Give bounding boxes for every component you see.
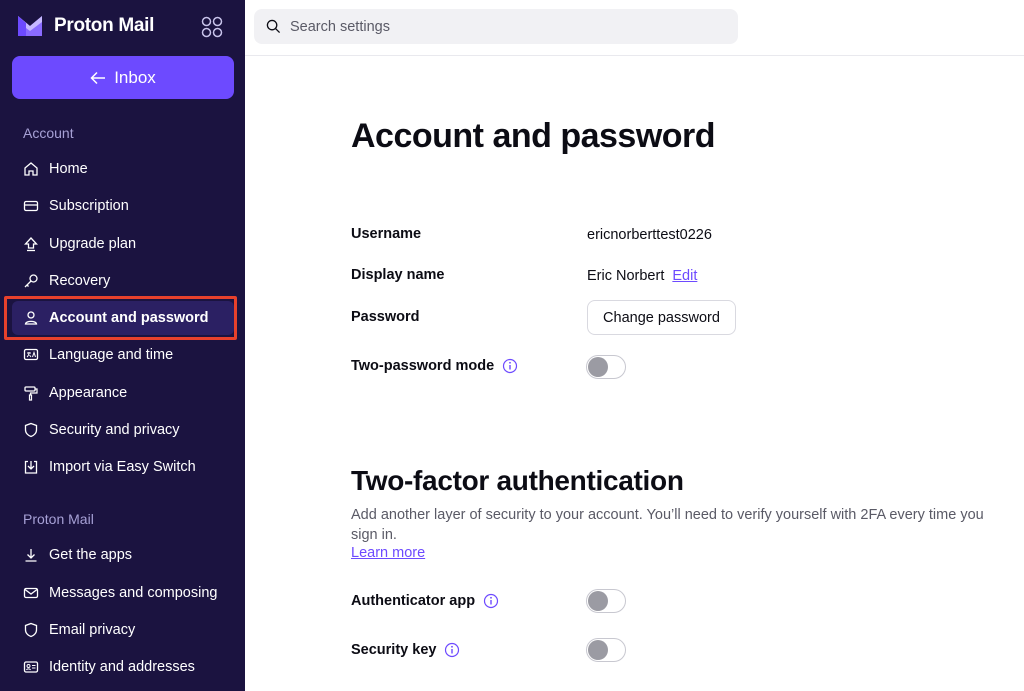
id-card-icon <box>23 661 39 673</box>
sidebar-item-account-and-password[interactable]: Account and password <box>12 301 234 335</box>
user-icon <box>24 311 38 325</box>
download-icon <box>25 549 37 562</box>
search-input[interactable] <box>290 18 710 35</box>
sidebar-item-home[interactable]: Home <box>12 152 234 186</box>
info-icon[interactable] <box>444 642 460 658</box>
two-password-mode-toggle[interactable] <box>586 355 626 379</box>
sidebar-item-messages-and-composing[interactable]: Messages and composing <box>12 576 234 610</box>
learn-more-link[interactable]: Learn more <box>351 545 425 561</box>
two-factor-title: Two-factor authentication <box>351 465 684 496</box>
sidebar: Proton Mail Inbox Account Home Subscript… <box>0 0 245 691</box>
inbox-button-label: Inbox <box>114 67 156 87</box>
back-to-inbox-button[interactable]: Inbox <box>12 56 234 99</box>
brand[interactable]: Proton Mail <box>16 14 154 38</box>
username-label: Username <box>351 226 422 242</box>
search-icon <box>266 19 281 34</box>
two-password-mode-label: Two-password mode <box>351 358 495 374</box>
sidebar-item-email-privacy[interactable]: Email privacy <box>12 613 234 647</box>
page-title: Account and password <box>351 117 716 155</box>
sidebar-item-subscription[interactable]: Subscription <box>12 189 234 223</box>
change-password-button[interactable]: Change password <box>587 300 736 335</box>
language-icon <box>23 348 39 361</box>
two-password-mode-row: Two-password mode <box>351 358 518 374</box>
shield-icon <box>24 622 38 638</box>
security-key-row: Security key <box>351 642 460 658</box>
authenticator-app-row: Authenticator app <box>351 593 499 609</box>
apps-grid-icon[interactable] <box>200 15 224 39</box>
search-box[interactable] <box>254 9 738 44</box>
security-key-toggle[interactable] <box>586 638 626 662</box>
proton-mail-logo-icon <box>18 16 42 36</box>
import-icon <box>24 460 38 474</box>
account-section-label: Account <box>23 125 74 141</box>
sidebar-item-appearance[interactable]: Appearance <box>12 376 234 410</box>
two-factor-description: Add another layer of security to your ac… <box>351 507 984 543</box>
arrow-left-icon <box>90 71 106 84</box>
paint-roller-icon <box>24 386 38 401</box>
info-icon[interactable] <box>502 358 518 374</box>
sidebar-item-import-via-easy-switch[interactable]: Import via Easy Switch <box>12 450 234 484</box>
toggle-knob <box>588 591 608 611</box>
envelope-icon <box>23 587 39 599</box>
edit-display-name-link[interactable]: Edit <box>672 268 697 284</box>
brand-name: Proton Mail <box>54 15 155 36</box>
security-key-label: Security key <box>351 642 437 658</box>
credit-card-icon <box>23 200 39 212</box>
sidebar-item-get-the-apps[interactable]: Get the apps <box>12 538 234 572</box>
display-name-value: Eric Norbert <box>587 268 665 284</box>
sidebar-item-recovery[interactable]: Recovery <box>12 264 234 298</box>
home-icon <box>24 162 38 176</box>
top-bar <box>245 0 1024 56</box>
sidebar-item-identity-and-addresses[interactable]: Identity and addresses <box>12 650 234 684</box>
username-value: ericnorberttest0226 <box>587 227 712 243</box>
key-icon <box>24 274 38 288</box>
display-name-row: Eric Norbert Edit <box>587 268 697 284</box>
info-icon[interactable] <box>483 593 499 609</box>
sidebar-item-upgrade-plan[interactable]: Upgrade plan <box>12 227 234 261</box>
upgrade-arrow-icon <box>24 237 38 252</box>
proton-mail-section-label: Proton Mail <box>23 511 94 527</box>
sidebar-item-security-and-privacy[interactable]: Security and privacy <box>12 413 234 447</box>
password-label: Password <box>351 309 420 325</box>
sidebar-item-language-and-time[interactable]: Language and time <box>12 338 234 372</box>
shield-icon <box>24 422 38 438</box>
display-name-label: Display name <box>351 267 445 283</box>
authenticator-app-toggle[interactable] <box>586 589 626 613</box>
authenticator-app-label: Authenticator app <box>351 593 476 609</box>
toggle-knob <box>588 640 608 660</box>
toggle-knob <box>588 357 608 377</box>
